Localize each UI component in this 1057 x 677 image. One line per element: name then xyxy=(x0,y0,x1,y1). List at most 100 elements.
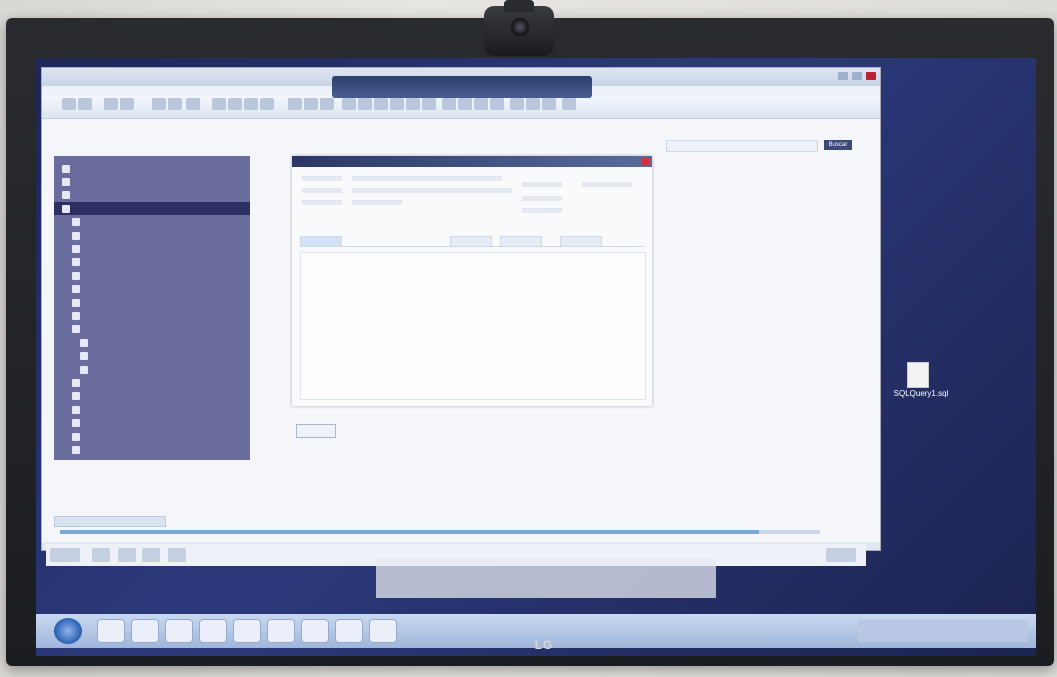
file-icon[interactable] xyxy=(908,363,928,387)
sidebar-item[interactable] xyxy=(54,336,250,349)
sidebar-item[interactable] xyxy=(54,350,250,363)
sidebar-item[interactable] xyxy=(54,216,250,229)
dialog-field[interactable] xyxy=(522,182,562,187)
system-tray[interactable] xyxy=(858,620,1028,642)
quick-button[interactable] xyxy=(118,548,136,562)
dialog-field[interactable] xyxy=(522,208,562,213)
toolbar-button[interactable] xyxy=(358,98,372,110)
search-input[interactable] xyxy=(666,140,818,152)
dialog-field[interactable] xyxy=(352,176,502,181)
sidebar-item[interactable] xyxy=(54,162,250,175)
taskbar-app-button[interactable] xyxy=(370,620,396,642)
toolbar-button[interactable] xyxy=(260,98,274,110)
sidebar-item[interactable] xyxy=(54,390,250,403)
dialog-tab[interactable] xyxy=(500,236,542,247)
toolbar-button[interactable] xyxy=(542,98,556,110)
quick-button[interactable] xyxy=(826,548,856,562)
close-icon[interactable] xyxy=(642,158,649,165)
taskbar-app-button[interactable] xyxy=(166,620,192,642)
desktop-file-label[interactable]: SQLQuery1.sql xyxy=(881,389,961,398)
dialog-field[interactable] xyxy=(522,196,562,201)
toolbar-button[interactable] xyxy=(104,98,118,110)
minimize-window-button[interactable] xyxy=(838,72,848,80)
sidebar-item[interactable] xyxy=(54,283,250,296)
dialog-field[interactable] xyxy=(302,200,342,205)
toolbar-button[interactable] xyxy=(490,98,504,110)
sidebar-item[interactable] xyxy=(54,189,250,202)
dialog-field[interactable] xyxy=(302,188,342,193)
dialog-tab[interactable] xyxy=(450,236,492,247)
dialog-grid[interactable] xyxy=(300,252,646,400)
toolbar-button[interactable] xyxy=(562,98,576,110)
toolbar-button[interactable] xyxy=(390,98,404,110)
sidebar-item[interactable] xyxy=(54,296,250,309)
toolbar-button[interactable] xyxy=(186,98,200,110)
taskbar-app-button[interactable] xyxy=(336,620,362,642)
dialog-field[interactable] xyxy=(302,176,342,181)
taskbar-app-button[interactable] xyxy=(200,620,226,642)
toolbar-button[interactable] xyxy=(320,98,334,110)
taskbar-app-button[interactable] xyxy=(268,620,294,642)
toolbar-button[interactable] xyxy=(168,98,182,110)
sidebar-item[interactable] xyxy=(54,323,250,336)
sidebar-item[interactable] xyxy=(54,363,250,376)
sidebar-item[interactable] xyxy=(54,417,250,430)
toolbar-button[interactable] xyxy=(288,98,302,110)
toolbar-button[interactable] xyxy=(120,98,134,110)
sidebar-item[interactable] xyxy=(54,269,250,282)
sidebar-item[interactable] xyxy=(54,430,250,443)
menu-item-icon xyxy=(72,392,80,401)
taskbar-app-button[interactable] xyxy=(98,620,124,642)
sidebar-item[interactable] xyxy=(54,376,250,389)
toolbar-button[interactable] xyxy=(62,98,76,110)
toolbar-button[interactable] xyxy=(442,98,456,110)
dialog-tab[interactable] xyxy=(560,236,602,247)
quick-button[interactable] xyxy=(50,548,80,562)
toolbar-button[interactable] xyxy=(422,98,436,110)
toolbar-button[interactable] xyxy=(304,98,318,110)
sidebar-item[interactable] xyxy=(54,242,250,255)
sidebar-item[interactable] xyxy=(54,202,250,216)
quick-button[interactable] xyxy=(92,548,110,562)
menu-item-icon xyxy=(72,258,80,267)
maximize-window-button[interactable] xyxy=(852,72,862,80)
toolbar-button[interactable] xyxy=(342,98,356,110)
toolbar-button[interactable] xyxy=(474,98,488,110)
dialog-field[interactable] xyxy=(352,200,402,205)
sidebar-item[interactable] xyxy=(54,443,250,456)
taskbar-app-button[interactable] xyxy=(132,620,158,642)
toolbar-button[interactable] xyxy=(526,98,540,110)
dialog-field[interactable] xyxy=(352,188,512,193)
menu-item-icon xyxy=(72,378,80,387)
toolbar-button[interactable] xyxy=(406,98,420,110)
erp-application-window: Buscar xyxy=(42,68,880,550)
sidebar-item[interactable] xyxy=(54,229,250,242)
sidebar-item[interactable] xyxy=(54,309,250,322)
sidebar-item[interactable] xyxy=(54,256,250,269)
webcam-lens xyxy=(511,18,529,36)
toolbar-button[interactable] xyxy=(244,98,258,110)
menu-item-icon xyxy=(72,445,80,454)
dialog-tab[interactable] xyxy=(300,236,342,247)
toolbar-button[interactable] xyxy=(228,98,242,110)
toolbar-button[interactable] xyxy=(212,98,226,110)
toolbar-button[interactable] xyxy=(510,98,524,110)
search-button[interactable]: Buscar xyxy=(824,140,852,150)
close-window-button[interactable] xyxy=(866,72,876,80)
taskbar-app-button[interactable] xyxy=(302,620,328,642)
dialog-ok-button[interactable] xyxy=(296,424,336,438)
dialog-field[interactable] xyxy=(582,182,632,187)
taskbar-app-button[interactable] xyxy=(234,620,260,642)
sidebar-item[interactable] xyxy=(54,175,250,188)
sidebar-item[interactable] xyxy=(54,403,250,416)
webcam xyxy=(484,0,554,56)
quick-button[interactable] xyxy=(168,548,186,562)
status-message xyxy=(54,516,166,527)
start-button[interactable] xyxy=(54,618,82,644)
toolbar-button[interactable] xyxy=(374,98,388,110)
quick-button[interactable] xyxy=(142,548,160,562)
toolbar-button[interactable] xyxy=(458,98,472,110)
module-tab[interactable] xyxy=(332,76,592,98)
toolbar-button[interactable] xyxy=(78,98,92,110)
toolbar-button[interactable] xyxy=(152,98,166,110)
